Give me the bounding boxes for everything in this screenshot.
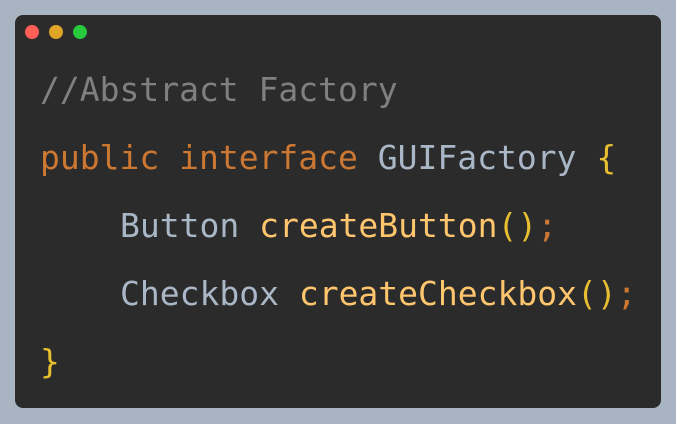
return-type-checkbox: Checkbox xyxy=(120,274,279,313)
code-line-1: //Abstract Factory xyxy=(40,56,637,124)
semicolon: ; xyxy=(616,274,637,313)
close-dot-icon[interactable] xyxy=(25,25,39,39)
close-brace: } xyxy=(40,342,60,381)
open-brace: { xyxy=(596,138,617,177)
method-create-button: createButton xyxy=(259,206,498,245)
code-line-4: Checkbox createCheckbox(); xyxy=(40,260,637,328)
minimize-dot-icon[interactable] xyxy=(49,25,63,39)
maximize-dot-icon[interactable] xyxy=(73,25,87,39)
window-controls xyxy=(25,25,87,39)
keyword-interface: interface xyxy=(179,138,358,177)
comment: //Abstract Factory xyxy=(40,70,398,109)
code-line-3: Button createButton(); xyxy=(40,192,637,260)
return-type-button: Button xyxy=(120,206,240,245)
code-window: //Abstract Factory public interface GUIFa… xyxy=(15,15,661,408)
method-create-checkbox: createCheckbox xyxy=(298,274,577,313)
parens: () xyxy=(576,274,617,313)
semicolon: ; xyxy=(537,206,558,245)
code-line-2: public interface GUIFactory { xyxy=(40,124,637,192)
keyword-public: public xyxy=(40,138,160,177)
interface-name: GUIFactory xyxy=(377,138,577,177)
code-line-5: } xyxy=(40,328,637,396)
code-block: //Abstract Factory public interface GUIFa… xyxy=(40,56,637,396)
parens: () xyxy=(497,206,538,245)
